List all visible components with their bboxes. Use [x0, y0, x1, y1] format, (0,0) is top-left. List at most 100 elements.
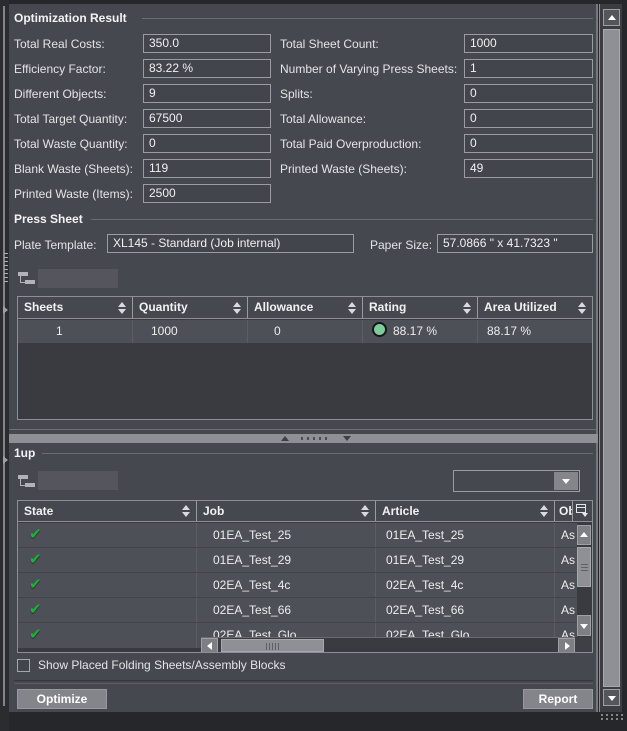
- cell-article: 01EA_Test_25: [376, 523, 555, 547]
- oneup-dropdown[interactable]: [453, 470, 580, 492]
- group-line: [42, 453, 593, 454]
- paper-size-field[interactable]: 57.0866 " x 41.7323 ": [437, 234, 593, 253]
- splits-label: Splits:: [280, 87, 313, 101]
- cell-job: 01EA_Test_25: [197, 523, 376, 547]
- total-sheet-count-field[interactable]: 1000: [464, 34, 593, 53]
- printed-waste-sheets-label: Printed Waste (Sheets):: [280, 162, 407, 176]
- sheets-filter-field[interactable]: [38, 269, 118, 288]
- different-objects-field[interactable]: 9: [143, 84, 271, 103]
- sort-icon[interactable]: [348, 302, 357, 314]
- column-label: Obj: [559, 504, 573, 518]
- splits-field[interactable]: 0: [464, 84, 593, 103]
- column-header-object[interactable]: Obj: [555, 501, 573, 521]
- total-waste-quantity-field[interactable]: 0: [143, 134, 271, 153]
- cell-allowance: 0: [248, 320, 363, 343]
- total-real-costs-label: Total Real Costs:: [14, 37, 105, 51]
- column-label: Sheets: [24, 300, 63, 314]
- splitter-grip-dots: [301, 437, 329, 440]
- total-paid-overproduction-field[interactable]: 0: [464, 134, 593, 153]
- column-label: Article: [382, 504, 419, 518]
- printed-waste-items-label: Printed Waste (Items):: [14, 187, 133, 201]
- group-line: [142, 18, 593, 19]
- cell-state: ✔: [18, 623, 197, 648]
- column-header-job[interactable]: Job: [197, 501, 376, 521]
- cell-sheets: 1: [18, 320, 133, 343]
- cell-job: 02EA_Test_66: [197, 598, 376, 622]
- column-header-rating[interactable]: Rating: [363, 297, 478, 318]
- dropdown-arrow-icon[interactable]: [554, 472, 578, 490]
- tree-structure-icon[interactable]: [18, 271, 35, 286]
- total-allowance-label: Total Allowance:: [280, 112, 366, 126]
- column-header-state[interactable]: State: [18, 501, 197, 521]
- oneup-table-row[interactable]: ✔ 01EA_Test_25 01EA_Test_25 As: [18, 523, 592, 548]
- total-waste-quantity-label: Total Waste Quantity:: [14, 137, 128, 151]
- scroll-down-button[interactable]: [603, 689, 620, 706]
- oneup-table-row[interactable]: ✔ 01EA_Test_29 01EA_Test_29 As: [18, 548, 592, 573]
- optimization-result-title: Optimization Result: [14, 11, 127, 25]
- sort-icon[interactable]: [118, 302, 127, 314]
- cell-article: 02EA_Test_4c: [376, 573, 555, 597]
- paper-size-label: Paper Size:: [370, 238, 432, 252]
- placed-check-icon: ✔: [29, 551, 42, 568]
- plate-template-field[interactable]: XL145 - Standard (Job internal): [107, 234, 354, 253]
- total-allowance-field[interactable]: 0: [464, 109, 593, 128]
- pane-splitter[interactable]: [9, 434, 598, 443]
- collapse-arrow-icon[interactable]: [3, 306, 8, 314]
- scroll-up-button[interactable]: [577, 525, 591, 545]
- pane-border-line: [9, 429, 598, 430]
- column-header-allowance[interactable]: Allowance: [248, 297, 363, 318]
- cell-state: ✔: [18, 548, 197, 572]
- show-placed-checkbox[interactable]: [17, 659, 30, 672]
- hscroll-thumb[interactable]: [221, 639, 324, 652]
- column-header-quantity[interactable]: Quantity: [133, 297, 248, 318]
- sort-icon[interactable]: [182, 505, 191, 517]
- total-target-quantity-field[interactable]: 67500: [143, 109, 271, 128]
- sort-icon[interactable]: [463, 302, 472, 314]
- sheets-table-row[interactable]: 1 1000 0 88.17 % 88.17 %: [18, 320, 592, 343]
- oneup-table-vscrollbar[interactable]: [577, 523, 592, 638]
- blank-waste-sheets-field[interactable]: 119: [143, 159, 271, 178]
- column-header-area-utilized[interactable]: Area Utilized: [478, 297, 592, 318]
- rating-value: 88.17 %: [393, 324, 437, 338]
- tree-structure-icon[interactable]: [18, 474, 35, 489]
- scroll-down-button[interactable]: [577, 615, 591, 636]
- oneup-table-row[interactable]: ✔ 02EA_Test_66 02EA_Test_66 As: [18, 598, 592, 623]
- vscroll-thumb[interactable]: [603, 29, 620, 687]
- sort-icon[interactable]: [361, 505, 370, 517]
- vscroll-thumb[interactable]: [577, 547, 591, 587]
- sort-icon[interactable]: [578, 302, 587, 314]
- column-label: Area Utilized: [484, 300, 557, 314]
- sheets-table-header: Sheets Quantity Allowance Rating Area Ut…: [18, 297, 592, 319]
- oneup-table-hscrollbar[interactable]: [201, 637, 575, 653]
- varying-press-sheets-field[interactable]: 1: [464, 59, 593, 78]
- column-label: Allowance: [254, 300, 313, 314]
- total-paid-overproduction-label: Total Paid Overproduction:: [280, 137, 421, 151]
- cell-article: 02EA_Test_66: [376, 598, 555, 622]
- scroll-left-button[interactable]: [201, 638, 218, 653]
- printed-waste-items-field[interactable]: 2500: [143, 184, 271, 203]
- left-pane-splitter[interactable]: [0, 0, 9, 731]
- scroll-up-button[interactable]: [603, 9, 620, 26]
- column-label: Rating: [369, 300, 406, 314]
- sort-icon[interactable]: [233, 302, 242, 314]
- collapse-arrow-icon[interactable]: [3, 456, 8, 464]
- column-label: State: [24, 504, 53, 518]
- column-header-article[interactable]: Article: [376, 501, 555, 521]
- total-real-costs-field[interactable]: 350.0: [143, 34, 271, 53]
- column-options-button[interactable]: [573, 501, 592, 521]
- column-label: Job: [203, 504, 224, 518]
- column-header-sheets[interactable]: Sheets: [18, 297, 133, 318]
- efficiency-factor-field[interactable]: 83.22 %: [143, 59, 271, 78]
- optimize-button[interactable]: Optimize: [17, 689, 107, 709]
- placed-check-icon: ✔: [29, 576, 42, 593]
- report-button[interactable]: Report: [523, 689, 593, 709]
- resize-grip[interactable]: [601, 714, 625, 722]
- oneup-filter-field[interactable]: [38, 471, 118, 490]
- sort-icon[interactable]: [540, 505, 549, 517]
- splitter-collapse-up-icon[interactable]: [281, 436, 289, 441]
- printed-waste-sheets-field[interactable]: 49: [464, 159, 593, 178]
- splitter-collapse-down-icon[interactable]: [343, 436, 351, 441]
- scroll-right-button[interactable]: [558, 638, 575, 653]
- main-vscrollbar[interactable]: [599, 4, 622, 712]
- oneup-table-row[interactable]: ✔ 02EA_Test_4c 02EA_Test_4c As: [18, 573, 592, 598]
